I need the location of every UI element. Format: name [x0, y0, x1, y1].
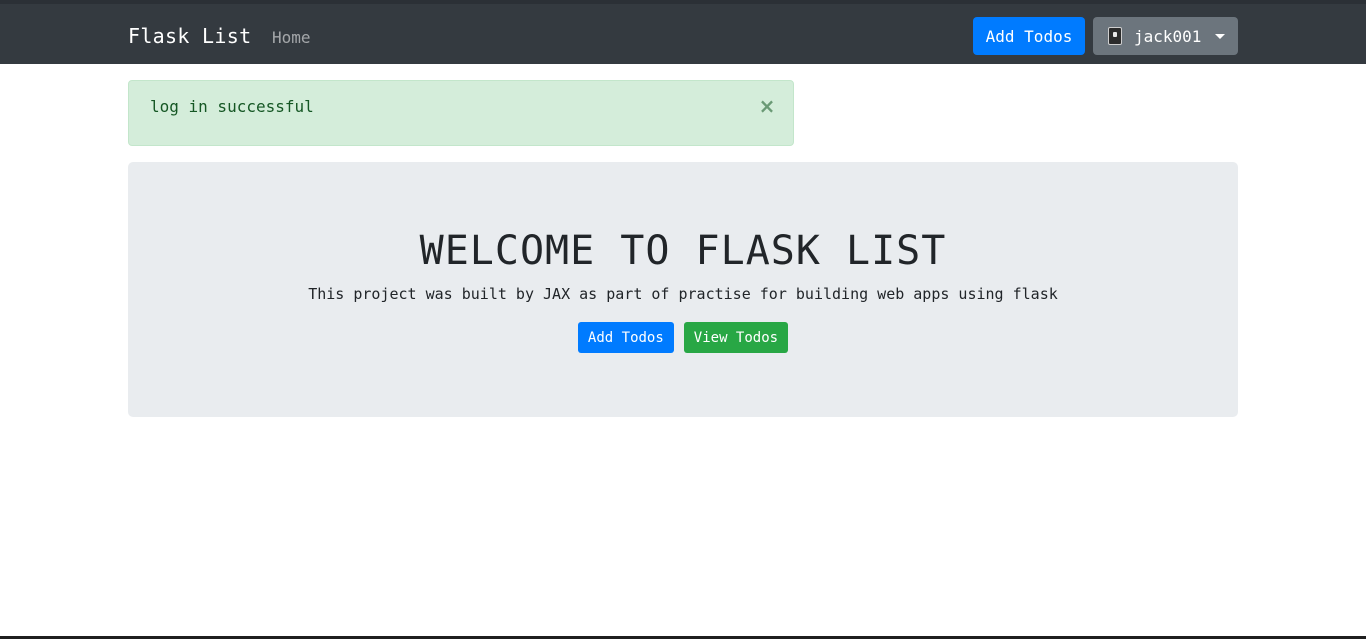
nav-add-todos-button[interactable]: Add Todos: [973, 17, 1085, 55]
chevron-down-icon: [1215, 33, 1226, 39]
user-menu-dropdown[interactable]: jack001: [1093, 17, 1238, 55]
page-subtitle: This project was built by JAX as part of…: [308, 285, 1058, 303]
view-todos-button[interactable]: View Todos: [683, 322, 789, 353]
add-todos-button[interactable]: Add Todos: [577, 322, 674, 353]
nav-home-link[interactable]: Home: [272, 28, 311, 47]
page-title: WELCOME TO FLASK LIST: [419, 228, 947, 274]
alert-message: log in successful: [150, 97, 314, 116]
flash-alert: log in successful ×: [128, 80, 794, 146]
close-icon[interactable]: ×: [757, 95, 777, 117]
brand-logo[interactable]: Flask List: [128, 24, 251, 48]
book-icon: [1108, 27, 1122, 45]
jumbotron-actions: Add Todos View Todos: [128, 322, 1238, 353]
jumbotron: WELCOME TO FLASK LIST This project was b…: [128, 162, 1238, 417]
navbar: Flask List Home Add Todos jack001: [0, 0, 1366, 64]
username-label: jack001: [1134, 26, 1202, 46]
